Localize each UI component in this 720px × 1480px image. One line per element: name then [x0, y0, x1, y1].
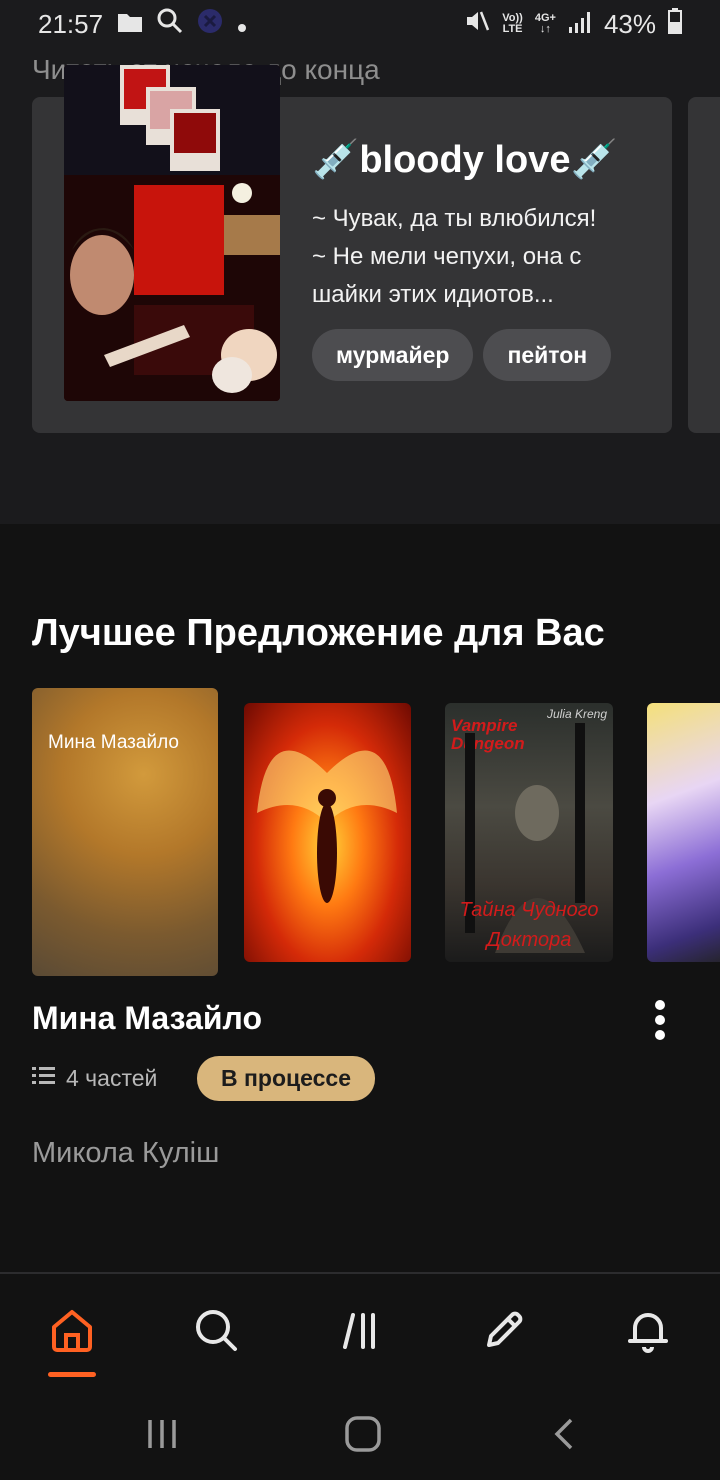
signal-icon	[568, 9, 592, 40]
app-notification-icon	[197, 8, 223, 41]
network-type-indicator: 4G+ ↓↑	[534, 12, 556, 35]
featured-book-title[interactable]: Мина Мазайло	[32, 1000, 262, 1037]
status-badge: В процессе	[197, 1056, 375, 1101]
tag-chip[interactable]: мурмайер	[312, 329, 474, 381]
nav-search[interactable]	[188, 1304, 244, 1360]
battery-percent: 43%	[603, 8, 656, 39]
tag-chip[interactable]: пейтон	[483, 329, 612, 381]
list-icon	[32, 1065, 56, 1092]
book-cover[interactable]	[244, 703, 411, 962]
write-icon	[481, 1307, 527, 1358]
nav-home[interactable]	[44, 1304, 100, 1360]
recent-apps-icon	[144, 1416, 180, 1457]
library-icon	[339, 1307, 385, 1358]
notifications-icon	[625, 1307, 671, 1358]
dot-icon	[237, 9, 247, 40]
bottom-navigation	[0, 1272, 720, 1392]
system-navigation-bar	[0, 1392, 720, 1480]
nav-library[interactable]	[334, 1304, 390, 1360]
folder-icon	[117, 9, 143, 40]
story-cover-image[interactable]	[64, 65, 280, 401]
story-tags: мурмайер пейтон	[312, 329, 612, 381]
battery-icon	[668, 7, 682, 41]
story-description: ~ Чувак, да ты влюбился! ~ Не мели чепух…	[312, 205, 597, 308]
nav-active-indicator	[48, 1372, 96, 1377]
book-cover-selected[interactable]: Мина Мазайло	[32, 688, 218, 976]
parts-label: 4 частей	[66, 1065, 158, 1091]
nav-write[interactable]	[476, 1304, 532, 1360]
home-system-button[interactable]	[339, 1412, 387, 1460]
nav-notifications[interactable]	[620, 1304, 676, 1360]
book-cover[interactable]	[647, 703, 720, 962]
recent-apps-button[interactable]	[138, 1412, 186, 1460]
book-cover[interactable]: Julia Kreng Vampire Dungeon Тайна Чудног…	[445, 703, 613, 962]
book-author[interactable]: Микола Куліш	[32, 1137, 219, 1170]
story-title[interactable]: 💉bloody love💉	[312, 138, 618, 182]
dot	[655, 1000, 665, 1010]
cover-title-text: Мина Мазайло	[48, 732, 179, 753]
next-story-card[interactable]	[688, 97, 720, 433]
cover-title-text: Тайна Чудного Доктора	[459, 899, 599, 951]
more-options-button[interactable]	[644, 996, 676, 1044]
status-bar: 21:57 Vo)) LTE 4G+ ↓↑ 43%	[0, 0, 720, 48]
back-button[interactable]	[541, 1412, 589, 1460]
parts-count: 4 частей	[32, 1065, 157, 1092]
home-circle-icon	[343, 1414, 383, 1459]
dot	[655, 1030, 665, 1040]
search-icon	[193, 1307, 239, 1358]
mute-icon	[464, 8, 490, 41]
status-time: 21:57	[38, 8, 104, 39]
back-icon	[547, 1416, 583, 1457]
home-icon	[49, 1307, 95, 1358]
search-status-icon	[157, 8, 183, 41]
section-title-recommendations: Лучшее Предложение для Вас	[32, 612, 605, 654]
volte-indicator: Vo)) LTE	[502, 12, 523, 35]
dot	[655, 1015, 665, 1025]
